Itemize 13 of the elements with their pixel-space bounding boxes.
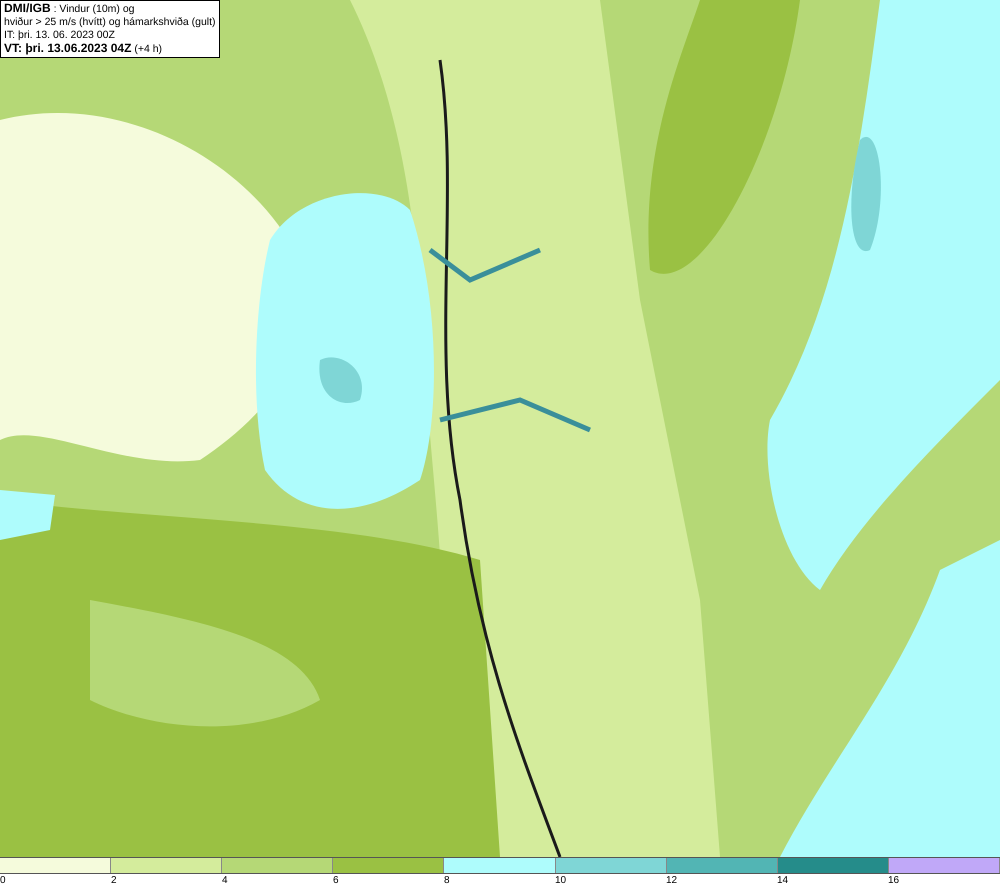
- title-text: hviður > 25 m/s (hvítt) og hámarkshviða (gult): [4, 16, 216, 29]
- scale-label: 16: [888, 874, 900, 887]
- title-text: DMI/IGB : Vindur (10m) og: [4, 2, 136, 16]
- scale-label: 6: [333, 874, 340, 887]
- title-text: IT: þri. 13. 06. 2023 00Z: [4, 29, 116, 42]
- scale-label: 2: [111, 874, 118, 887]
- scale-label: 8: [444, 874, 451, 887]
- scale-label: 4: [222, 874, 229, 887]
- scale-label: 10: [555, 874, 568, 887]
- scale-label: 0: [0, 874, 7, 887]
- scale-label: 14: [777, 874, 790, 887]
- scale-label: 12: [666, 874, 678, 887]
- title-text: VT: þri. 13.06.2023 04Z (+4 h): [4, 42, 164, 56]
